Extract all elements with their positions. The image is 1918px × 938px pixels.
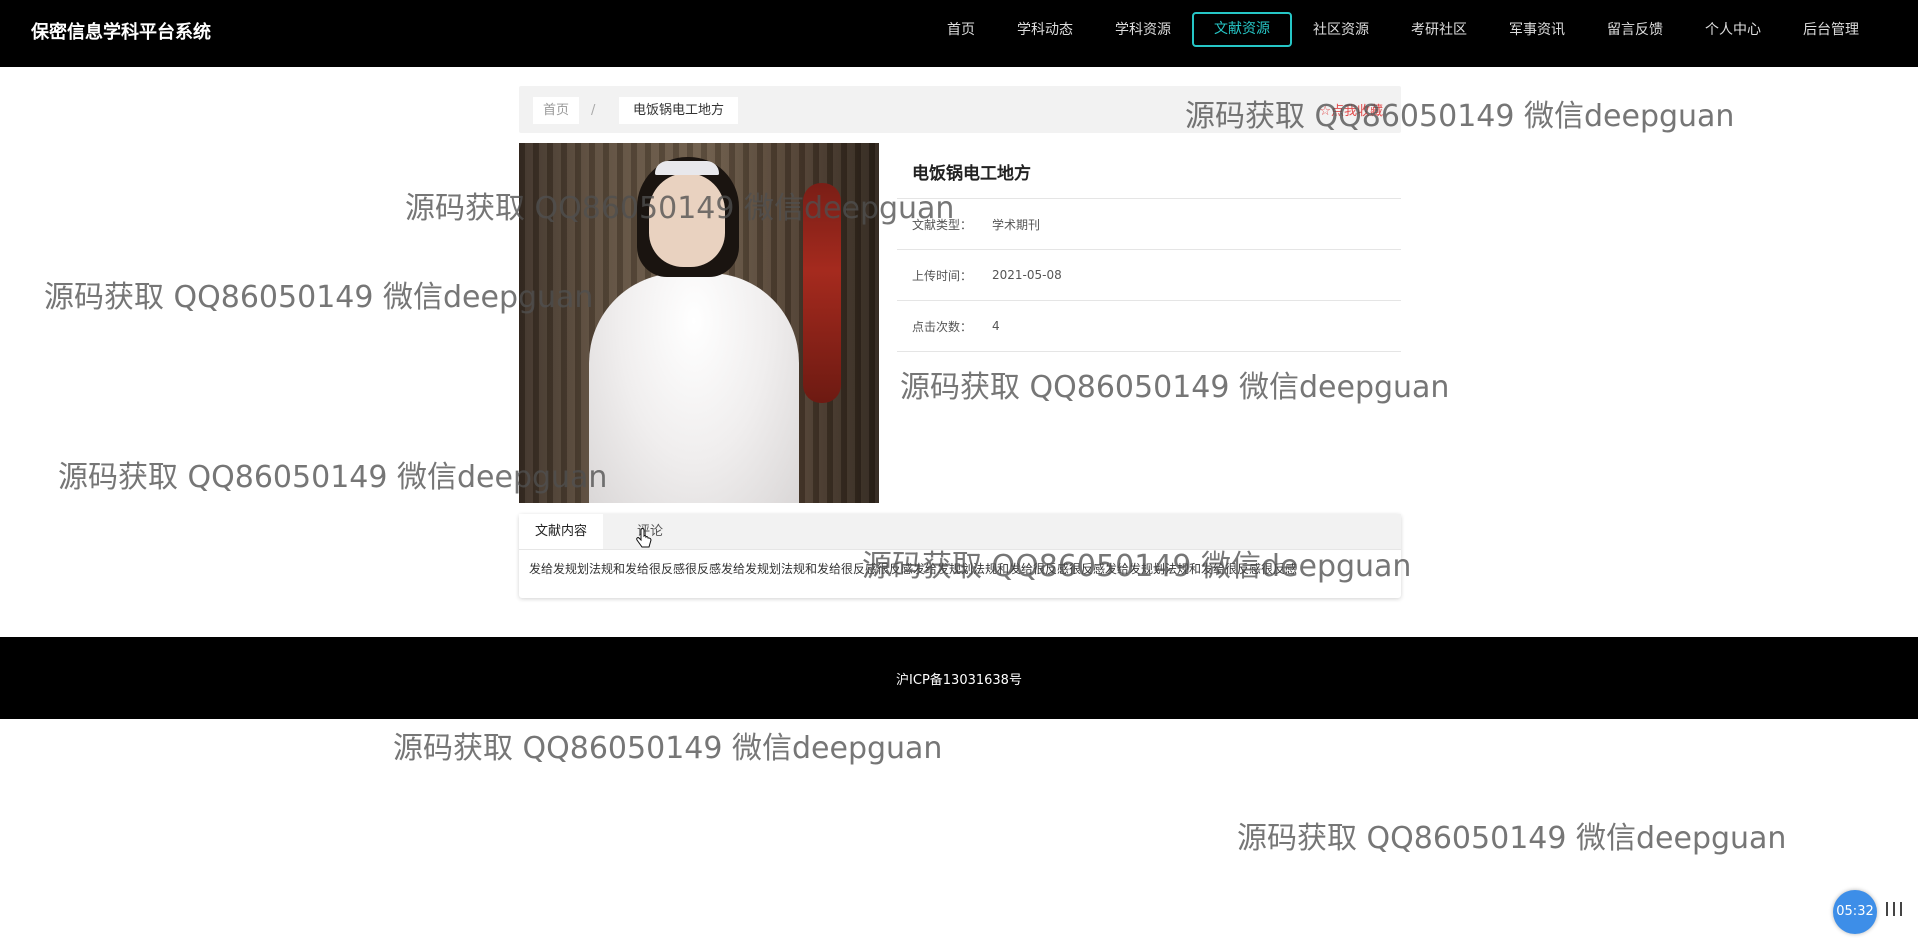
breadcrumb-home[interactable]: 首页 — [533, 97, 580, 124]
nav-item-admin[interactable]: 后台管理 — [1782, 12, 1880, 47]
watermark-text: 源码获取 QQ86050149 微信deepguan — [393, 731, 943, 766]
nav-item-resources[interactable]: 学科资源 — [1094, 12, 1192, 47]
detail-row-clicks: 点击次数： 4 — [897, 301, 1401, 352]
main-nav: 首页 学科动态 学科资源 文献资源 社区资源 考研社区 军事资讯 留言反馈 个人… — [926, 12, 1880, 47]
detail-row-upload-time: 上传时间： 2021-05-08 — [897, 250, 1401, 301]
icp-license: 沪ICP备13031638号 — [896, 672, 1022, 688]
watermark-text: 源码获取 QQ86050149 微信deepguan — [1237, 821, 1787, 856]
breadcrumb-separator: / — [591, 103, 596, 118]
literature-details: 电饭锅电工地方 文献类型： 学术期刊 上传时间： 2021-05-08 点击次数… — [897, 143, 1401, 352]
footer: 沪ICP备13031638号 — [0, 637, 1918, 719]
nav-item-news[interactable]: 学科动态 — [996, 12, 1094, 47]
recording-timer[interactable]: 05:32 — [1833, 890, 1877, 934]
breadcrumb-current: 电饭锅电工地方 — [619, 97, 739, 124]
site-brand[interactable]: 保密信息学科平台系统 — [31, 18, 211, 44]
literature-content-text: 发给发规划法规和发给很反感很反感发给发规划法规和发给很反感很反感发给发规划法规和… — [529, 562, 1298, 576]
nav-item-exam-community[interactable]: 考研社区 — [1390, 12, 1488, 47]
nav-item-home[interactable]: 首页 — [926, 12, 996, 47]
literature-cover-image — [519, 143, 879, 503]
literature-title: 电饭锅电工地方 — [897, 143, 1401, 199]
detail-value: 4 — [992, 319, 1000, 333]
favorite-link[interactable]: ☆点我收藏 — [1319, 100, 1383, 119]
watermark-text: 源码获取 QQ86050149 微信deepguan — [900, 370, 1450, 405]
watermark-text: 源码获取 QQ86050149 微信deepguan — [44, 280, 594, 315]
nav-item-community-resources[interactable]: 社区资源 — [1292, 12, 1390, 47]
detail-row-type: 文献类型： 学术期刊 — [897, 199, 1401, 250]
content-tabs-panel: 文献内容 评论 发给发规划法规和发给很反感很反感发给发规划法规和发给很反感很反感… — [519, 514, 1401, 598]
nav-item-military-news[interactable]: 军事资讯 — [1488, 12, 1586, 47]
hand-cursor-icon — [636, 528, 652, 548]
breadcrumb: 首页 / 电饭锅电工地方 ☆点我收藏 — [519, 86, 1401, 133]
pause-icon[interactable] — [1886, 902, 1902, 916]
nav-item-feedback[interactable]: 留言反馈 — [1586, 12, 1684, 47]
detail-value: 2021-05-08 — [992, 268, 1062, 282]
detail-label: 文献类型： — [912, 217, 973, 232]
detail-label: 点击次数： — [912, 319, 973, 334]
detail-label: 上传时间： — [912, 268, 973, 283]
tab-literature-content[interactable]: 文献内容 — [519, 514, 604, 549]
detail-value: 学术期刊 — [992, 217, 1041, 232]
nav-item-literature[interactable]: 文献资源 — [1192, 12, 1292, 47]
top-navigation-bar: 保密信息学科平台系统 首页 学科动态 学科资源 文献资源 社区资源 考研社区 军… — [0, 0, 1918, 67]
nav-item-user-center[interactable]: 个人中心 — [1684, 12, 1782, 47]
